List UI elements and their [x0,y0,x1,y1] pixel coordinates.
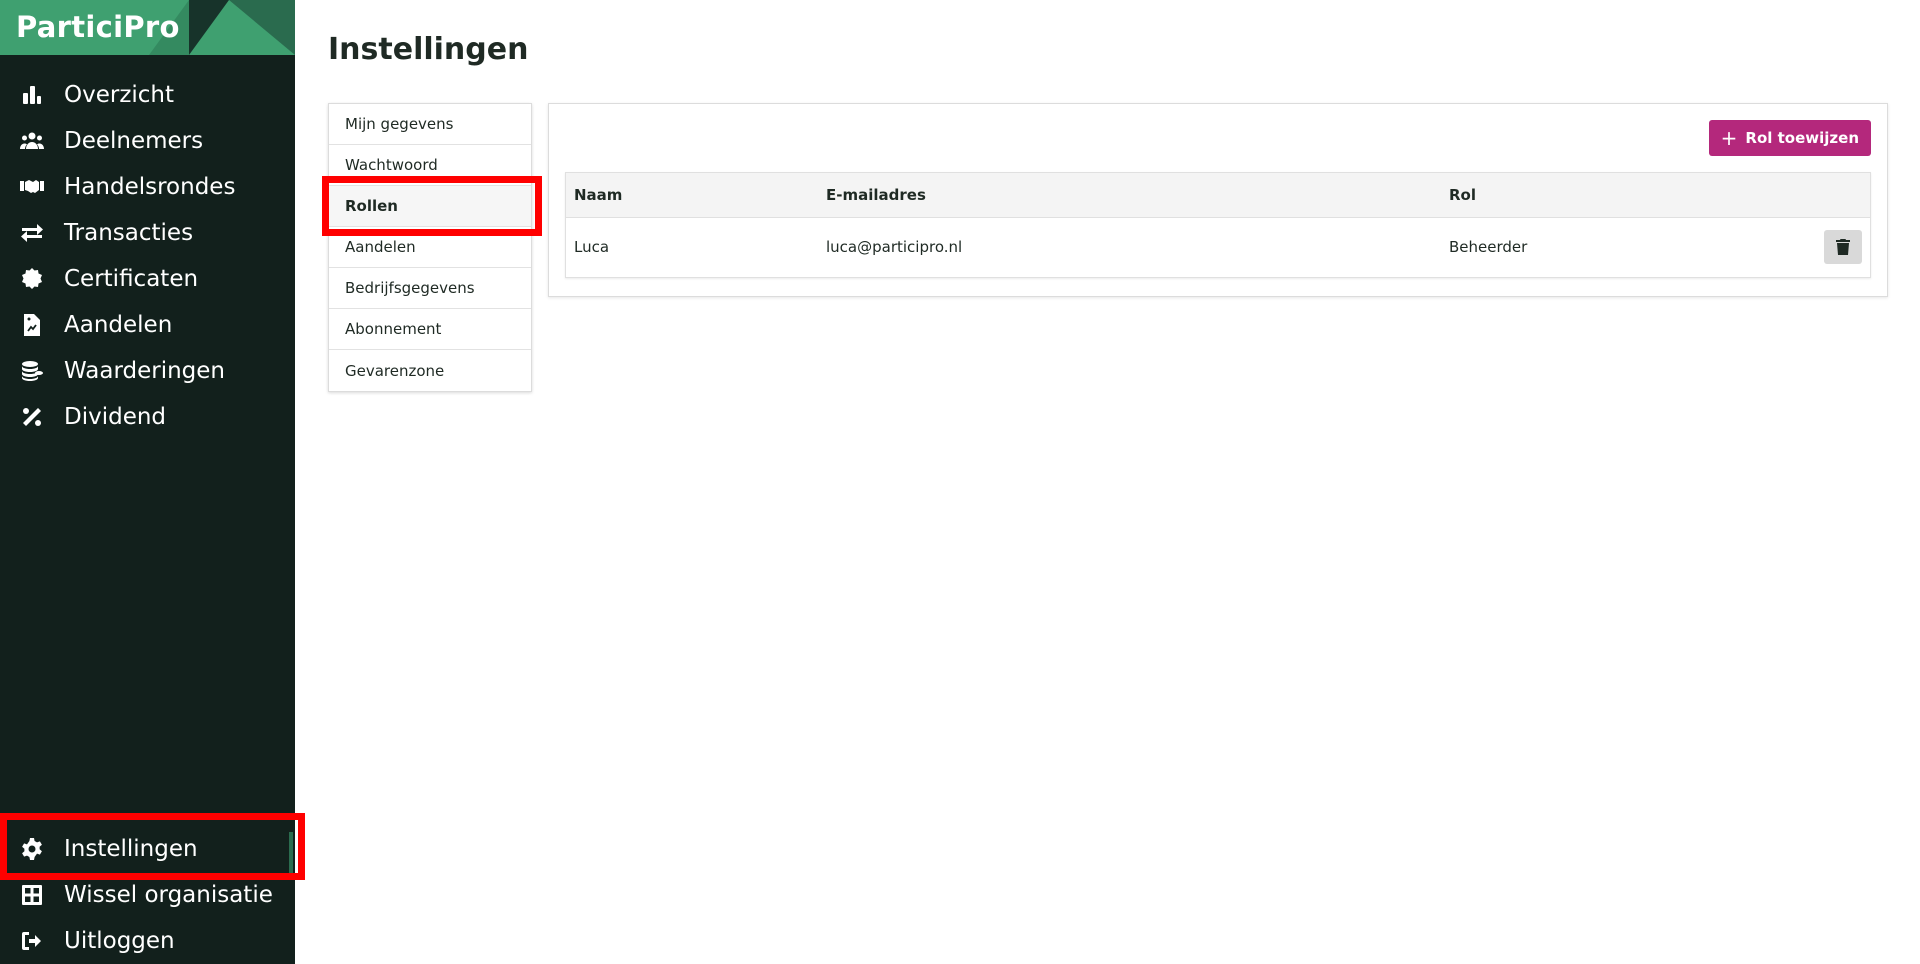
percent-icon [19,404,45,430]
cell-name: Luca [574,238,610,257]
settings-tab-gevarenzone[interactable]: Gevarenzone [329,350,531,391]
column-header-naam: Naam [574,185,623,204]
column-header-email: E-mailadres [826,185,926,204]
cell-role: Beheerder [1449,238,1528,257]
sidebar-item-dividend[interactable]: Dividend [0,394,295,440]
logout-icon [19,928,45,954]
sidebar-item-instellingen[interactable]: Instellingen [0,826,295,878]
sidebar-item-label: Wissel organisatie [64,882,273,908]
sidebar-item-label: Overzicht [64,82,175,108]
certificate-icon [19,266,45,292]
sidebar-item-label: Transacties [64,220,194,246]
sidebar-item-label: Instellingen [64,836,198,862]
settings-tab-bedrijfsgegevens[interactable]: Bedrijfsgegevens [329,268,531,309]
plus-icon: + [1720,126,1738,150]
assign-role-label: Rol toewijzen [1745,129,1859,147]
settings-menu: Mijn gegevens Wachtwoord Rollen Aandelen… [328,103,532,392]
sidebar-item-wissel-organisatie[interactable]: Wissel organisatie [0,872,295,918]
brand-stripe [189,0,229,55]
sidebar-item-aandelen[interactable]: Aandelen [0,302,295,348]
sidebar-item-handelsrondes[interactable]: Handelsrondes [0,164,295,210]
exchange-icon [19,220,45,246]
settings-tab-aandelen[interactable]: Aandelen [329,227,531,268]
brand-header: ParticiPro [0,0,295,55]
sidebar-item-uitloggen[interactable]: Uitloggen [0,918,295,964]
bottom-nav: Instellingen Wissel organisatie Uitlogge… [0,826,295,964]
assign-role-button[interactable]: + Rol toewijzen [1708,120,1871,156]
settings-tab-abonnement[interactable]: Abonnement [329,309,531,350]
column-header-rol: Rol [1449,185,1476,204]
sidebar-item-deelnemers[interactable]: Deelnemers [0,118,295,164]
settings-tab-rollen[interactable]: Rollen [329,186,531,227]
file-chart-icon [19,312,45,338]
trash-icon [1836,239,1850,256]
sidebar: ParticiPro Overzicht Deelnemers Handelsr… [0,0,295,964]
sidebar-item-certificaten[interactable]: Certificaten [0,256,295,302]
sidebar-item-label: Certificaten [64,266,199,292]
sidebar-item-waarderingen[interactable]: Waarderingen [0,348,295,394]
cell-actions [1705,217,1870,277]
sidebar-item-label: Aandelen [64,312,173,338]
column-header-actions [1705,173,1870,217]
sidebar-item-transacties[interactable]: Transacties [0,210,295,256]
sidebar-item-label: Dividend [64,404,167,430]
table-row: Luca luca@participro.nl Beheerder [566,217,1870,277]
table-header-row: Naam E-mailadres Rol [566,173,1870,217]
coins-icon [19,358,45,384]
handshake-icon [19,174,45,200]
gear-icon [19,836,45,862]
main-nav: Overzicht Deelnemers Handelsrondes Trans… [0,72,295,440]
grid-icon [19,882,45,908]
brand-stripe [229,0,295,55]
roles-table: Naam E-mailadres Rol Luca luca@participr… [565,172,1871,278]
sidebar-item-label: Deelnemers [64,128,204,154]
cell-email: luca@participro.nl [826,238,963,257]
delete-role-button[interactable] [1824,230,1862,265]
bar-chart-icon [19,82,45,108]
sidebar-item-label: Handelsrondes [64,174,236,200]
settings-tab-mijn-gegevens[interactable]: Mijn gegevens [329,104,531,145]
page-title: Instellingen [328,32,529,67]
roles-panel: + Rol toewijzen Naam E-mailadres Rol Luc… [548,103,1888,297]
sidebar-item-overzicht[interactable]: Overzicht [0,72,295,118]
app-logo[interactable]: ParticiPro [16,10,180,44]
settings-tab-wachtwoord[interactable]: Wachtwoord [329,145,531,186]
users-icon [19,128,45,154]
sidebar-item-label: Uitloggen [64,928,175,954]
sidebar-item-label: Waarderingen [64,358,226,384]
